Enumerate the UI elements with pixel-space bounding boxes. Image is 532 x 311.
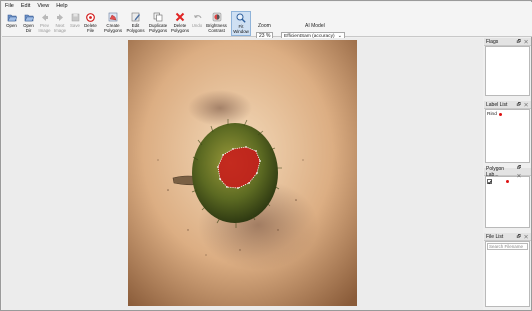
brightness-contrast-button[interactable]: Brightness Contrast: [204, 11, 229, 36]
annotated-image[interactable]: [128, 40, 357, 306]
zoom-label: Zoom: [258, 23, 271, 29]
fit-window-button[interactable]: Fit Window: [231, 11, 251, 36]
file-list-dock: File List 🗗 ✕ Search Filename: [484, 233, 531, 309]
save-button[interactable]: Save: [68, 11, 82, 36]
dock-float-close-icons[interactable]: 🗗 ✕: [517, 101, 529, 109]
open-button[interactable]: Open: [3, 11, 20, 36]
open-dir-button[interactable]: Open Dir: [20, 11, 37, 36]
menu-view[interactable]: View: [37, 3, 49, 9]
undo-icon: [192, 12, 202, 22]
flags-dock: Flags 🗗 ✕: [484, 38, 531, 99]
create-polygon-icon: [108, 12, 118, 22]
duplicate-icon: [153, 12, 163, 22]
menu-help[interactable]: Help: [56, 3, 67, 9]
fit-window-icon: [236, 13, 246, 23]
delete-polygon-icon: [175, 12, 185, 22]
open-dir-icon: [24, 12, 34, 22]
polygon-labels-panel: [485, 176, 530, 228]
delete-file-icon: [86, 12, 96, 22]
dock-float-close-icons[interactable]: 🗗 ✕: [517, 233, 529, 241]
app-window: File Edit View Help Open Open Dir Prev I…: [0, 0, 532, 311]
label-list-title: Label List: [486, 101, 508, 108]
dock-float-close-icons[interactable]: 🗗 ✕: [517, 38, 529, 46]
undo-button[interactable]: Undo: [190, 11, 204, 36]
duplicate-polygons-button[interactable]: Duplicate Polygons: [146, 11, 170, 36]
next-image-button[interactable]: Next Image: [52, 11, 68, 36]
save-icon: [70, 12, 80, 22]
label-list-dock: Label List 🗗 ✕ Rind: [484, 101, 531, 165]
label-color-dot: [498, 113, 502, 116]
prev-arrow-icon: [40, 12, 50, 22]
label-list-panel: Rind: [485, 109, 530, 163]
file-search-input[interactable]: Search Filename: [487, 243, 528, 250]
file-list-title: File List: [486, 233, 504, 240]
next-arrow-icon: [55, 12, 65, 22]
polygon-labels-title: Polygon Lab...: [486, 165, 505, 178]
polygon-checkbox[interactable]: [487, 179, 492, 184]
toolbar: Open Open Dir Prev Image Next Image Save…: [2, 10, 532, 41]
label-text: Rind: [487, 112, 497, 117]
delete-polygons-button[interactable]: Delete Polygons: [170, 11, 190, 36]
flags-panel: [485, 46, 530, 96]
list-item[interactable]: Rind: [486, 110, 529, 119]
edit-polygons-button[interactable]: Edit Polygons: [125, 11, 146, 36]
menu-file[interactable]: File: [5, 3, 14, 9]
polygon-labels-dock: Polygon Lab... 🗗 ✕: [484, 165, 531, 230]
prev-image-button[interactable]: Prev Image: [37, 11, 52, 36]
polygon-color-dot: [506, 180, 509, 183]
open-folder-icon: [7, 12, 17, 22]
file-list-panel: Search Filename: [485, 241, 530, 307]
edit-polygon-icon: [131, 12, 141, 22]
flags-title: Flags: [486, 38, 499, 45]
brightness-icon: [212, 12, 222, 22]
create-polygons-button[interactable]: Create Polygons: [102, 11, 124, 36]
ai-model-label: AI Model: [305, 23, 325, 29]
delete-file-button[interactable]: Delete File: [82, 11, 99, 36]
dock-float-close-icons[interactable]: 🗗 ✕: [517, 164, 529, 180]
menu-bar: File Edit View Help: [2, 2, 532, 10]
menu-edit[interactable]: Edit: [21, 3, 30, 9]
